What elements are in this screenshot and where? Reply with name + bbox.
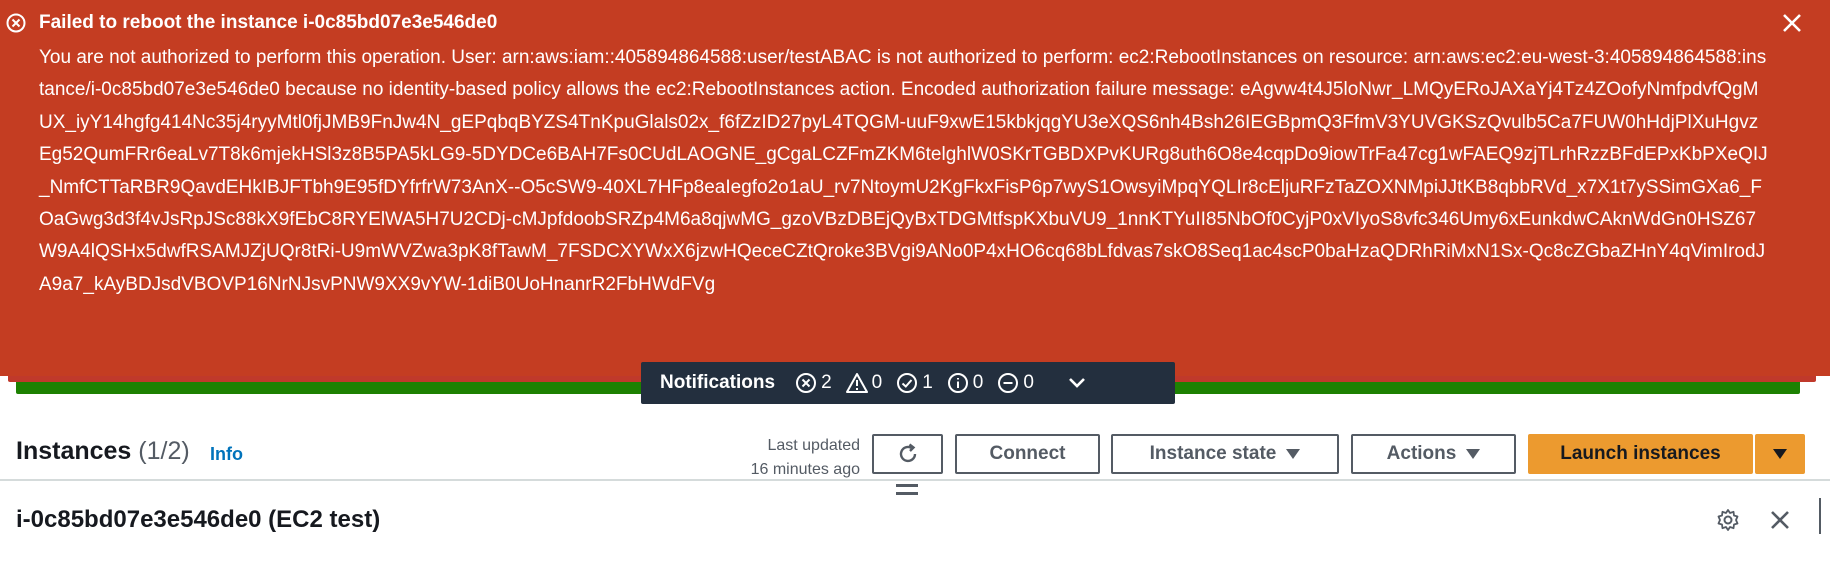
gear-icon[interactable] — [1715, 507, 1741, 533]
connect-label: Connect — [989, 443, 1066, 464]
refresh-button[interactable] — [872, 434, 943, 474]
info-link[interactable]: Info — [210, 444, 243, 465]
flash-message: You are not authorized to perform this o… — [39, 47, 1768, 295]
instance-state-button[interactable]: Instance state — [1111, 434, 1339, 474]
in-progress-icon — [998, 373, 1019, 393]
launch-instances-dropdown[interactable] — [1755, 434, 1805, 474]
close-icon[interactable] — [1766, 506, 1794, 534]
notifications-title: Notifications — [660, 372, 776, 393]
info-count-value: 0 — [972, 372, 984, 393]
instances-title: Instances — [16, 437, 132, 465]
split-divider — [0, 479, 1830, 481]
flash-title: Failed to reboot the instance i-0c85bd07… — [39, 12, 498, 33]
instances-heading: Instances (1/2) — [16, 437, 190, 466]
success-icon — [897, 373, 918, 393]
info-icon — [947, 373, 968, 393]
resize-handle[interactable] — [896, 484, 918, 498]
ec2-console: Failed to reboot the instance i-0c85bd07… — [0, 0, 1830, 562]
error-flash: Failed to reboot the instance i-0c85bd07… — [0, 0, 1830, 376]
caret-down-icon — [1286, 449, 1301, 459]
warning-icon — [845, 373, 868, 393]
caret-down-icon — [1466, 449, 1481, 459]
in-progress-count-value: 0 — [1023, 372, 1034, 393]
launch-instances-label: Launch instances — [1560, 443, 1721, 464]
notifications-bar[interactable]: Notifications 2 0 1 0 0 — [641, 362, 1175, 404]
caret-down-icon — [1773, 449, 1787, 459]
last-updated: Last updated 16 minutes ago — [700, 434, 860, 482]
success-count: 1 — [896, 372, 933, 394]
pane-edge — [1819, 498, 1821, 534]
error-count: 2 — [795, 372, 832, 394]
warning-count: 0 — [845, 372, 883, 394]
error-count-value: 2 — [821, 372, 832, 393]
close-icon[interactable] — [1779, 10, 1805, 36]
actions-button[interactable]: Actions — [1351, 434, 1516, 474]
instances-count: (1/2) — [138, 437, 190, 465]
instance-state-label: Instance state — [1149, 443, 1277, 464]
warning-count-value: 0 — [871, 372, 883, 393]
launch-instances-button[interactable]: Launch instances — [1528, 434, 1753, 474]
refresh-icon — [899, 443, 916, 463]
in-progress-count: 0 — [997, 372, 1034, 394]
error-icon — [796, 373, 817, 393]
instance-detail-title: i-0c85bd07e3e546de0 (EC2 test) — [16, 506, 381, 533]
chevron-down-icon[interactable] — [1064, 370, 1090, 396]
actions-label: Actions — [1386, 443, 1457, 464]
success-count-value: 1 — [922, 372, 933, 393]
last-updated-label: Last updated — [767, 437, 860, 454]
connect-button[interactable]: Connect — [955, 434, 1100, 474]
info-count: 0 — [947, 372, 984, 394]
error-icon — [6, 13, 26, 33]
